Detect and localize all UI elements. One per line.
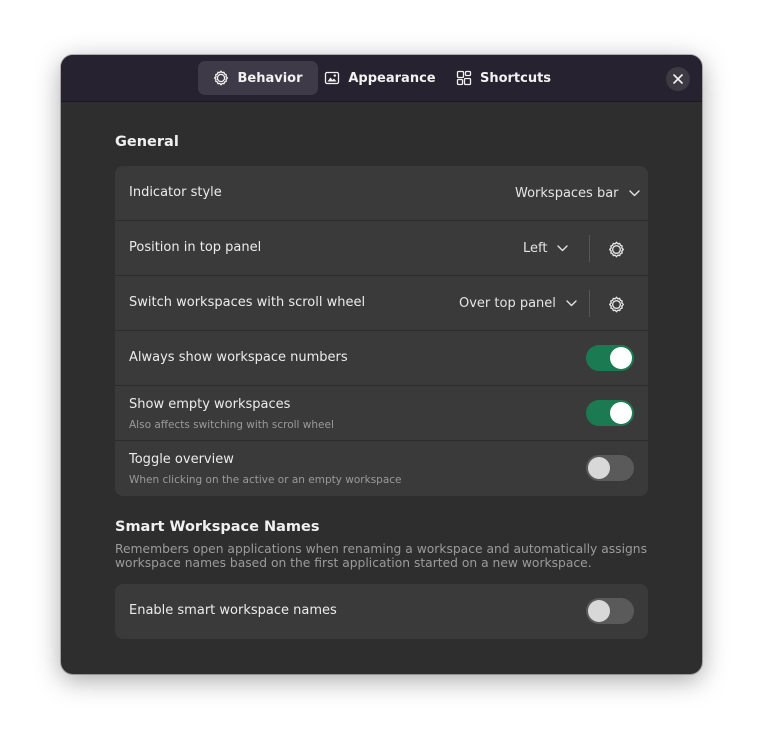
- indicator-style-value: Workspaces bar: [515, 186, 619, 201]
- row-scroll-wheel-label: Switch workspaces with scroll wheel: [129, 295, 366, 310]
- image-icon: [325, 71, 340, 85]
- gear-icon: [214, 70, 229, 86]
- chevron-down-icon: [628, 190, 640, 197]
- scroll-wheel-value: Over top panel: [459, 296, 556, 311]
- row-toggle-overview: Toggle overview When clicking on the act…: [115, 441, 648, 496]
- row-numbers-label: Always show workspace numbers: [129, 350, 348, 365]
- indicator-style-dropdown[interactable]: Workspaces bar: [515, 166, 640, 221]
- row-overview-label: Toggle overview: [129, 452, 234, 467]
- tab-appearance[interactable]: Appearance: [324, 61, 436, 95]
- smart-names-card: Enable smart workspace names: [115, 584, 648, 639]
- empty-workspaces-toggle[interactable]: [586, 400, 634, 426]
- close-button[interactable]: [666, 67, 690, 91]
- header-bar: Behavior Appearance Shortcuts: [61, 55, 702, 102]
- row-overview-subtitle: When clicking on the active or an empty …: [129, 474, 402, 486]
- section-title-general: General: [115, 134, 179, 150]
- toggle-knob: [610, 402, 632, 424]
- tab-behavior-label: Behavior: [237, 70, 303, 86]
- row-indicator-style: Indicator style Workspaces bar: [115, 166, 648, 221]
- chevron-down-icon: [557, 245, 569, 252]
- tab-behavior[interactable]: Behavior: [198, 61, 318, 95]
- section-description-smart-names: Remembers open applications when renamin…: [115, 542, 648, 570]
- row-position-label: Position in top panel: [129, 240, 262, 255]
- separator: [589, 235, 590, 262]
- position-value: Left: [523, 241, 548, 256]
- toggle-knob: [588, 600, 610, 622]
- scroll-wheel-dropdown[interactable]: Over top panel: [459, 276, 577, 331]
- row-empty-label: Show empty workspaces: [129, 397, 291, 412]
- row-smart-names-label: Enable smart workspace names: [129, 603, 337, 618]
- row-position-top-panel: Position in top panel Left: [115, 221, 648, 276]
- tab-shortcuts-label: Shortcuts: [479, 70, 552, 86]
- tab-appearance-label: Appearance: [348, 70, 436, 86]
- tab-shortcuts[interactable]: Shortcuts: [452, 61, 555, 95]
- section-title-smart-names: Smart Workspace Names: [115, 519, 320, 535]
- chevron-down-icon: [566, 300, 577, 307]
- row-show-empty-workspaces: Show empty workspaces Also affects switc…: [115, 386, 648, 441]
- smart-names-toggle[interactable]: [586, 598, 634, 624]
- row-indicator-style-label: Indicator style: [129, 185, 222, 200]
- position-settings-button[interactable]: [601, 234, 631, 264]
- gear-icon: [608, 241, 624, 257]
- toggle-knob: [610, 347, 632, 369]
- preferences-window: Behavior Appearance Shortcuts General In…: [61, 55, 702, 674]
- general-card: Indicator style Workspaces bar Position …: [115, 166, 648, 496]
- gear-icon: [608, 296, 624, 312]
- row-empty-subtitle: Also affects switching with scroll wheel: [129, 419, 334, 431]
- workspace-numbers-toggle[interactable]: [586, 345, 634, 371]
- toggle-overview-toggle[interactable]: [586, 455, 634, 481]
- position-dropdown[interactable]: Left: [523, 221, 569, 276]
- toggle-knob: [588, 457, 610, 479]
- row-show-workspace-numbers: Always show workspace numbers: [115, 331, 648, 386]
- scroll-wheel-settings-button[interactable]: [601, 289, 631, 319]
- close-icon: [673, 74, 683, 84]
- shortcuts-icon: [456, 70, 472, 86]
- row-enable-smart-names: Enable smart workspace names: [115, 584, 648, 639]
- separator: [589, 290, 590, 317]
- row-scroll-wheel: Switch workspaces with scroll wheel Over…: [115, 276, 648, 331]
